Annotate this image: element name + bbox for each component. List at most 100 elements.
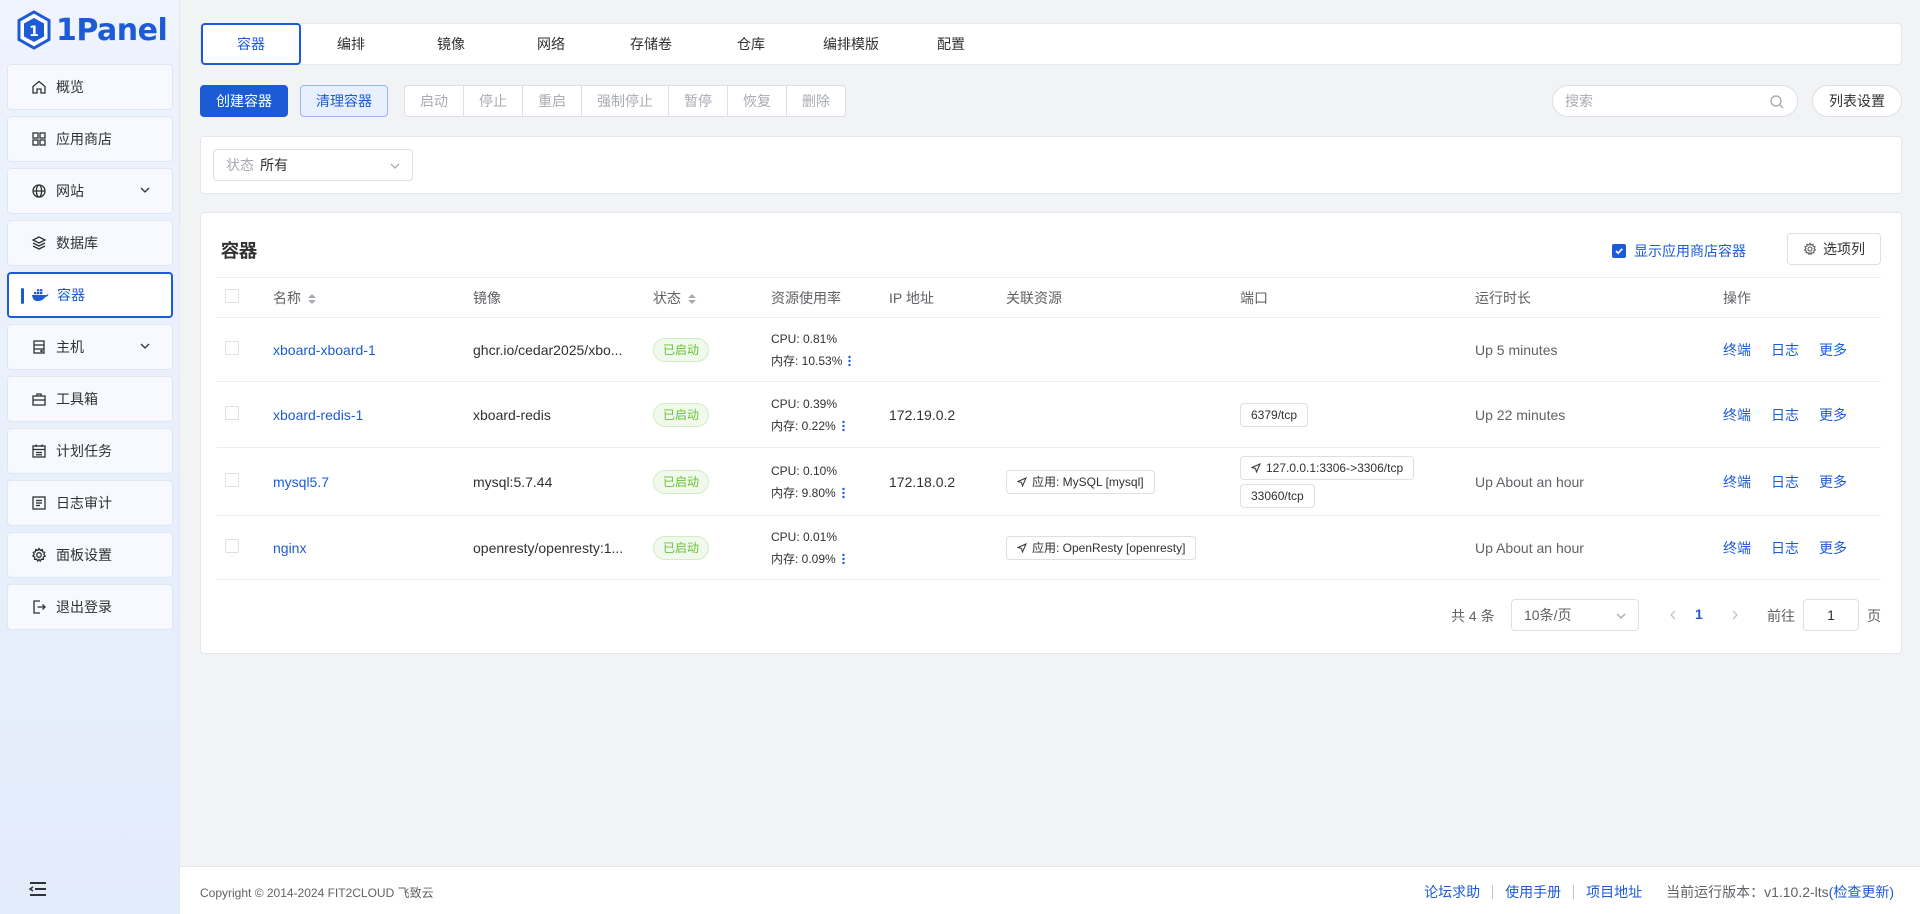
check-update-link[interactable]: (检查更新) (1829, 882, 1894, 902)
toolbar: 创建容器 清理容器 启动 停止 重启 强制停止 暂停 恢复 删除 列表设置 (200, 85, 1902, 117)
select-all-checkbox[interactable] (225, 289, 239, 303)
sort-icon[interactable] (687, 293, 697, 305)
pause-button[interactable]: 暂停 (669, 86, 728, 116)
tab-container[interactable]: 容器 (201, 23, 301, 65)
more-link[interactable]: 更多 (1819, 342, 1847, 358)
goto-page-input[interactable] (1803, 599, 1859, 631)
mem-usage: 内存: 10.53% (771, 353, 843, 368)
tab-compose-template[interactable]: 编排模版 (801, 23, 901, 65)
tab-network[interactable]: 网络 (501, 23, 601, 65)
row-checkbox[interactable] (225, 473, 239, 487)
more-dots-icon[interactable] (842, 487, 845, 499)
terminal-link[interactable]: 终端 (1723, 540, 1751, 556)
search-input[interactable] (1565, 93, 1765, 109)
card-title: 容器 (221, 241, 257, 261)
collapse-menu-icon[interactable] (28, 880, 48, 898)
sidebar-item-toolbox[interactable]: 工具箱 (7, 376, 173, 422)
search-icon[interactable] (1769, 94, 1785, 110)
sidebar-item-cron[interactable]: 计划任务 (7, 428, 173, 474)
row-checkbox[interactable] (225, 539, 239, 553)
sidebar-item-container[interactable]: 容器 (7, 272, 173, 318)
restart-button[interactable]: 重启 (523, 86, 582, 116)
terminal-link[interactable]: 终端 (1723, 342, 1751, 358)
force-stop-button[interactable]: 强制停止 (582, 86, 669, 116)
row-checkbox[interactable] (225, 406, 239, 420)
header-resource: 资源使用率 (763, 277, 881, 318)
resume-button[interactable]: 恢复 (728, 86, 787, 116)
port-cell (1232, 515, 1467, 580)
clean-container-button[interactable]: 清理容器 (300, 85, 388, 117)
cpu-usage: CPU: 0.01% (771, 529, 838, 544)
sidebar-item-host[interactable]: 主机 (7, 324, 173, 370)
start-button[interactable]: 启动 (405, 86, 464, 116)
terminal-link[interactable]: 终端 (1723, 474, 1751, 490)
container-name-link[interactable]: mysql5.7 (273, 474, 329, 490)
row-checkbox[interactable] (225, 341, 239, 355)
tab-repo[interactable]: 仓库 (701, 23, 801, 65)
log-link[interactable]: 日志 (1771, 342, 1799, 358)
more-dots-icon[interactable] (842, 420, 845, 432)
container-name-link[interactable]: xboard-xboard-1 (273, 342, 376, 358)
list-settings-button[interactable]: 列表设置 (1812, 85, 1902, 117)
header-status[interactable]: 状态 (645, 277, 763, 318)
more-dots-icon[interactable] (842, 553, 845, 565)
header-name[interactable]: 名称 (265, 277, 465, 318)
more-link[interactable]: 更多 (1819, 407, 1847, 423)
page-size-select[interactable]: 10条/页 (1511, 599, 1639, 631)
delete-button[interactable]: 删除 (787, 86, 845, 116)
sidebar-item-logout[interactable]: 退出登录 (7, 584, 173, 630)
assoc-cell: 应用: MySQL [mysql] (998, 447, 1232, 516)
header-port: 端口 (1232, 277, 1467, 318)
sidebar-item-app-store[interactable]: 应用商店 (7, 116, 173, 162)
tab-volume[interactable]: 存储卷 (601, 23, 701, 65)
status-badge: 已启动 (653, 337, 710, 362)
sidebar-item-database[interactable]: 数据库 (7, 220, 173, 266)
send-icon (1017, 476, 1027, 487)
create-container-button[interactable]: 创建容器 (200, 85, 288, 117)
container-name-link[interactable]: xboard-redis-1 (273, 407, 363, 423)
port-tag: 6379/tcp (1240, 402, 1309, 427)
tab-config[interactable]: 配置 (901, 23, 1001, 65)
log-link[interactable]: 日志 (1771, 407, 1799, 423)
log-link[interactable]: 日志 (1771, 474, 1799, 490)
sidebar-item-overview[interactable]: 概览 (7, 64, 173, 110)
chevron-left-icon[interactable] (1667, 608, 1679, 622)
logo[interactable]: 1 1Panel (0, 0, 179, 60)
cpu-usage: CPU: 0.39% (771, 396, 838, 411)
more-link[interactable]: 更多 (1819, 540, 1847, 556)
goto-label: 前往 (1767, 608, 1795, 624)
sidebar-item-panel-settings[interactable]: 面板设置 (7, 532, 173, 578)
tab-compose[interactable]: 编排 (301, 23, 401, 65)
more-dots-icon[interactable] (848, 355, 852, 367)
assoc-resource-tag[interactable]: 应用: OpenResty [openresty] (1006, 535, 1197, 560)
sort-icon[interactable] (307, 293, 317, 305)
stop-button[interactable]: 停止 (464, 86, 523, 116)
terminal-link[interactable]: 终端 (1723, 407, 1751, 423)
page-number-current[interactable]: 1 (1695, 606, 1703, 622)
manual-link[interactable]: 使用手册 (1493, 885, 1575, 899)
log-icon (30, 494, 48, 512)
show-app-store-containers-checkbox[interactable]: 显示应用商店容器 (1612, 241, 1746, 261)
mem-usage-line: 内存: 0.22% (771, 415, 873, 437)
mem-usage: 内存: 0.22% (771, 418, 836, 433)
project-link[interactable]: 项目地址 (1574, 885, 1654, 899)
active-indicator (21, 288, 24, 304)
chevron-right-icon[interactable] (1729, 608, 1741, 622)
assoc-resource-tag[interactable]: 应用: MySQL [mysql] (1006, 469, 1155, 494)
container-name-link[interactable]: nginx (273, 540, 306, 556)
header-uptime: 运行时长 (1467, 277, 1715, 318)
more-link[interactable]: 更多 (1819, 474, 1847, 490)
port-tag: 33060/tcp (1240, 483, 1315, 508)
log-link[interactable]: 日志 (1771, 540, 1799, 556)
forum-link[interactable]: 论坛求助 (1412, 885, 1494, 899)
column-options-button[interactable]: 选项列 (1787, 233, 1881, 265)
tab-image[interactable]: 镜像 (401, 23, 501, 65)
sidebar-item-log-audit[interactable]: 日志审计 (7, 480, 173, 526)
search-box (1552, 85, 1798, 117)
server-icon (30, 338, 48, 356)
status-badge: 已启动 (653, 535, 710, 560)
sidebar-item-label: 退出登录 (56, 599, 112, 615)
copyright: Copyright © 2014-2024 FIT2CLOUD 飞致云 (200, 886, 434, 900)
sidebar-item-website[interactable]: 网站 (7, 168, 173, 214)
status-filter-select[interactable]: 状态 所有 (213, 149, 413, 181)
